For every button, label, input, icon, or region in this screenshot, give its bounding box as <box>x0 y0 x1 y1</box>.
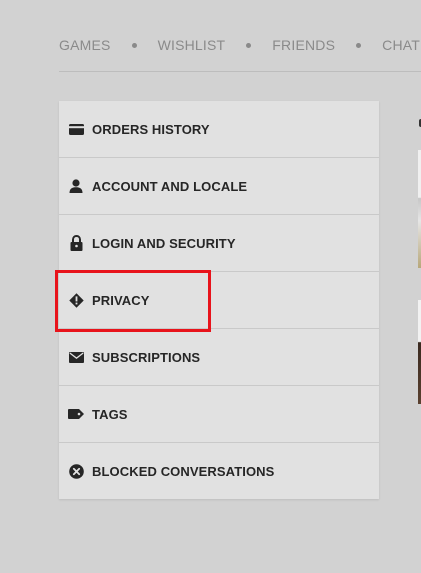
nav-separator-dot <box>131 42 137 48</box>
nav-divider <box>59 71 421 72</box>
menu-item-label: TAGS <box>92 406 128 422</box>
nav-friends-link[interactable]: FRIENDS <box>272 37 335 53</box>
top-navigation: GAMES WISHLIST FRIENDS CHAT <box>59 36 420 54</box>
nav-games-link[interactable]: GAMES <box>59 37 111 53</box>
card-icon <box>68 121 84 137</box>
menu-item-label: PRIVACY <box>92 292 150 308</box>
menu-item-label: ACCOUNT AND LOCALE <box>92 178 248 194</box>
menu-item-label: SUBSCRIPTIONS <box>92 349 201 365</box>
menu-item-label: ORDERS HISTORY <box>92 121 210 137</box>
settings-menu: ORDERS HISTORY ACCOUNT AND LOCALE LOGIN … <box>59 101 379 499</box>
lock-icon <box>68 235 84 251</box>
envelope-icon <box>68 349 84 365</box>
tag-icon <box>68 406 84 422</box>
nav-chat-link[interactable]: CHAT <box>382 37 420 53</box>
nav-wishlist-link[interactable]: WISHLIST <box>158 37 226 53</box>
user-icon <box>68 178 84 194</box>
menu-item-label: BLOCKED CONVERSATIONS <box>92 463 275 479</box>
menu-item-tags[interactable]: TAGS <box>59 386 379 443</box>
menu-item-blocked-conversations[interactable]: BLOCKED CONVERSATIONS <box>59 443 379 499</box>
privacy-shield-icon <box>68 292 84 308</box>
menu-item-account-and-locale[interactable]: ACCOUNT AND LOCALE <box>59 158 379 215</box>
menu-item-login-and-security[interactable]: LOGIN AND SECURITY <box>59 215 379 272</box>
nav-separator-dot <box>356 42 362 48</box>
menu-item-label: LOGIN AND SECURITY <box>92 235 236 251</box>
menu-item-privacy[interactable]: PRIVACY <box>59 272 379 329</box>
menu-item-subscriptions[interactable]: SUBSCRIPTIONS <box>59 329 379 386</box>
menu-item-orders-history[interactable]: ORDERS HISTORY <box>59 101 379 158</box>
nav-separator-dot <box>246 42 252 48</box>
blocked-icon <box>68 463 84 479</box>
